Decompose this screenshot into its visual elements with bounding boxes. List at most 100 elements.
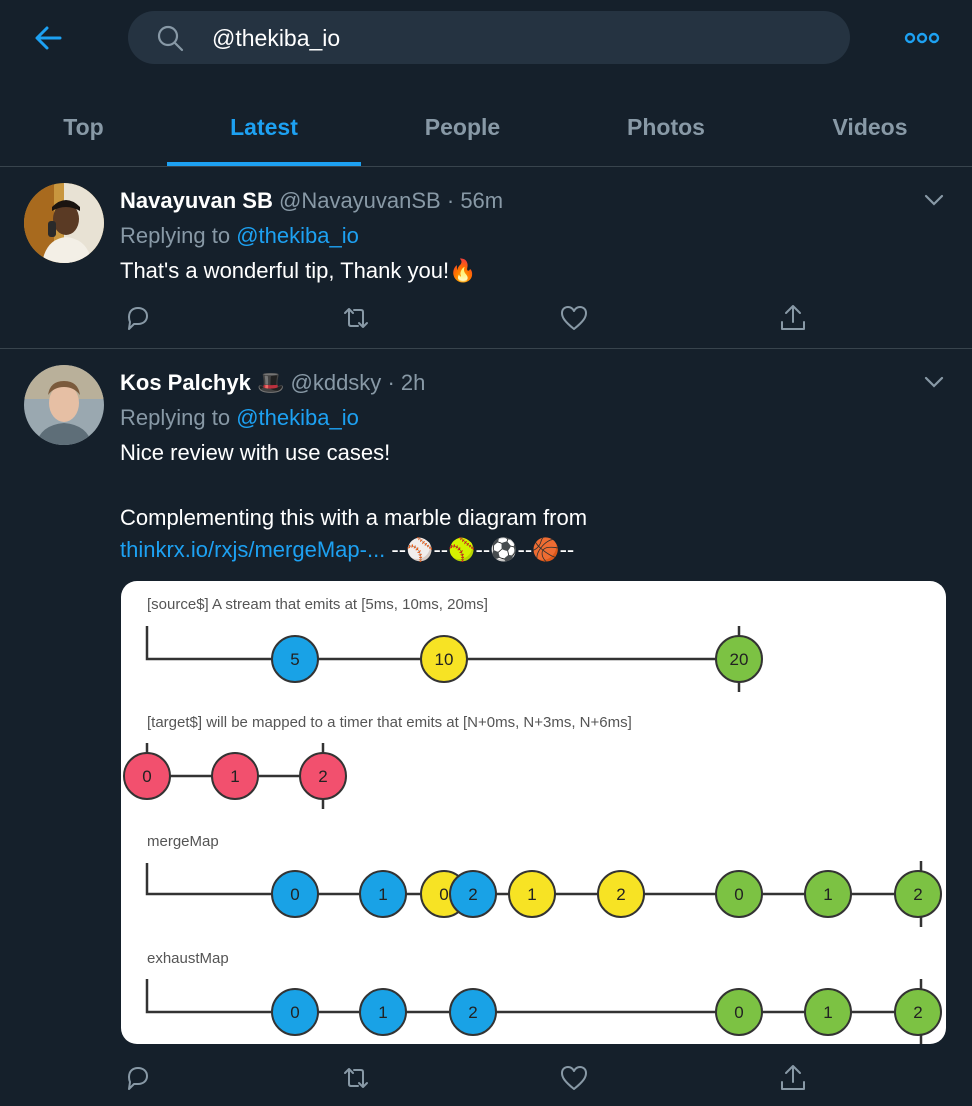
- marble: 2: [597, 870, 645, 918]
- like-button[interactable]: [558, 1062, 590, 1094]
- row-label: [source$] A stream that emits at [5ms, 1…: [147, 596, 488, 613]
- marble-label: 2: [913, 1003, 922, 1022]
- marble: 0: [123, 752, 171, 800]
- mention-link[interactable]: @thekiba_io: [236, 405, 359, 430]
- marble: 0: [715, 988, 763, 1036]
- marble-label: 0: [734, 885, 743, 904]
- avatar[interactable]: [24, 183, 104, 263]
- marble-diagram: [source$] A stream that emits at [5ms, 1…: [123, 596, 942, 1044]
- tweet-text-line: Nice review with use cases!: [120, 440, 391, 465]
- chevron-down-icon: [924, 194, 944, 206]
- top-bar: [0, 0, 972, 88]
- avatar-photo: [24, 365, 104, 445]
- marble: 2: [894, 988, 942, 1036]
- tweet-menu-button[interactable]: [920, 186, 948, 214]
- row-label: [target$] will be mapped to a timer that…: [147, 714, 632, 731]
- marble: 2: [894, 870, 942, 918]
- search-tabs: Top Latest People Photos Videos: [0, 88, 972, 167]
- marble: 2: [449, 988, 497, 1036]
- search-box[interactable]: [128, 11, 850, 64]
- tweet-link-line: thinkrx.io/rxjs/mergeMap-... --⚾--🥎--⚽--…: [120, 537, 574, 563]
- marble-label: 1: [823, 1003, 832, 1022]
- like-button[interactable]: [558, 302, 590, 334]
- row-label: mergeMap: [147, 833, 219, 850]
- retweet-button[interactable]: [340, 1062, 372, 1094]
- author-name[interactable]: Navayuvan SB: [120, 188, 273, 214]
- tweet-header: Kos Palchyk 🎩 @kddsky · 2h: [120, 368, 425, 398]
- mention-link[interactable]: @thekiba_io: [236, 223, 359, 248]
- timestamp[interactable]: 56m: [460, 188, 503, 214]
- retweet-icon: [344, 1068, 368, 1088]
- author-handle[interactable]: @kddsky: [291, 370, 382, 396]
- tweet-actions: [120, 1062, 820, 1094]
- reply-icon: [128, 307, 148, 330]
- tab-top[interactable]: Top: [0, 88, 167, 166]
- tab-people[interactable]: People: [361, 88, 564, 166]
- share-button[interactable]: [777, 302, 809, 334]
- marble-label: 1: [527, 885, 536, 904]
- marble: 1: [359, 988, 407, 1036]
- chevron-down-icon: [924, 376, 944, 388]
- external-link[interactable]: thinkrx.io/rxjs/mergeMap-...: [120, 537, 385, 562]
- fire-emoji: 🔥: [449, 258, 477, 283]
- row-label: exhaustMap: [147, 950, 229, 967]
- marble: 0: [271, 870, 319, 918]
- tweet[interactable]: Navayuvan SB @NavayuvanSB · 56m Replying…: [0, 167, 972, 349]
- marble-label: 0: [290, 1003, 299, 1022]
- marble-label: 0: [439, 885, 448, 904]
- marble: 0: [271, 988, 319, 1036]
- tweet-text: That's a wonderful tip, Thank you!🔥: [120, 258, 477, 284]
- tweet-header: Navayuvan SB @NavayuvanSB · 56m: [120, 186, 503, 216]
- more-dots-icon: [904, 32, 940, 44]
- tab-videos[interactable]: Videos: [768, 88, 972, 166]
- search-icon: [157, 25, 184, 52]
- arrow-left-icon: [35, 26, 62, 50]
- marble-label: 2: [616, 885, 625, 904]
- tab-photos[interactable]: Photos: [564, 88, 768, 166]
- marble-label: 2: [468, 1003, 477, 1022]
- reply-button[interactable]: [122, 1062, 154, 1094]
- marble-label: 5: [290, 650, 299, 669]
- marble-label: 0: [290, 885, 299, 904]
- marble: 2: [299, 752, 347, 800]
- marble-label: 10: [435, 650, 454, 669]
- share-button[interactable]: [777, 1062, 809, 1094]
- reply-icon: [128, 1067, 148, 1090]
- back-button[interactable]: [30, 22, 70, 54]
- marble-label: 0: [142, 767, 151, 786]
- tweet-media-image[interactable]: [source$] A stream that emits at [5ms, 1…: [121, 581, 946, 1044]
- marble-label: 20: [730, 650, 749, 669]
- retweet-icon: [344, 308, 368, 328]
- search-input[interactable]: [210, 19, 814, 57]
- author-handle[interactable]: @NavayuvanSB: [279, 188, 441, 214]
- share-icon: [781, 305, 805, 330]
- avatar-photo: [24, 183, 104, 263]
- marble: 1: [508, 870, 556, 918]
- more-button[interactable]: [904, 26, 940, 50]
- avatar[interactable]: [24, 365, 104, 445]
- marble-label: 2: [318, 767, 327, 786]
- reply-button[interactable]: [122, 302, 154, 334]
- timestamp[interactable]: 2h: [401, 370, 425, 396]
- marble-label: 1: [378, 885, 387, 904]
- marble-label: 2: [468, 885, 477, 904]
- marble: 1: [211, 752, 259, 800]
- separator: ·: [446, 188, 455, 213]
- marble-label: 0: [734, 1003, 743, 1022]
- separator: ·: [387, 370, 395, 395]
- tweet-menu-button[interactable]: [920, 368, 948, 396]
- replying-to: Replying to @thekiba_io: [120, 223, 359, 249]
- marble: 5: [271, 635, 319, 683]
- tab-latest[interactable]: Latest: [167, 88, 361, 166]
- retweet-button[interactable]: [340, 302, 372, 334]
- replying-label: Replying to: [120, 405, 231, 430]
- tweet-actions: [120, 302, 820, 334]
- author-name[interactable]: Kos Palchyk: [120, 370, 251, 396]
- marble-label: 1: [230, 767, 239, 786]
- top-hat-emoji: 🎩: [256, 370, 285, 395]
- replying-label: Replying to: [120, 223, 231, 248]
- tweet-text-content: That's a wonderful tip, Thank you!: [120, 258, 450, 283]
- marble-label: 1: [378, 1003, 387, 1022]
- marble: 1: [804, 870, 852, 918]
- tweet-text-line: Complementing this with a marble diagram…: [120, 505, 588, 530]
